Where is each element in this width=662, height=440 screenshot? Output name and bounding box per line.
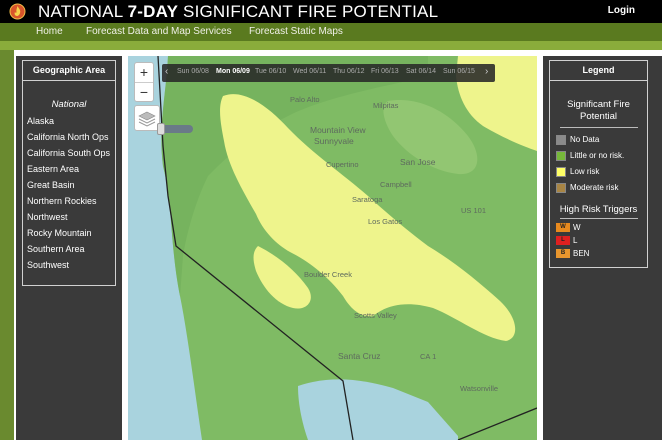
nav-forecast-data[interactable]: Forecast Data and Map Services bbox=[86, 26, 232, 37]
zoom-in-button[interactable]: + bbox=[135, 63, 153, 82]
title-part2: SIGNIFICANT FIRE POTENTIAL bbox=[178, 2, 439, 21]
legend-items: No Data Little or no risk. Low risk Mode… bbox=[550, 132, 647, 196]
timebar-next-arrow-icon[interactable]: › bbox=[485, 66, 488, 77]
map-label-boulder-creek: Boulder Creek bbox=[304, 270, 352, 279]
trigger-label-ben: BEN bbox=[573, 249, 590, 258]
trigger-label-w: W bbox=[573, 223, 581, 232]
area-eastern[interactable]: Eastern Area bbox=[23, 161, 115, 177]
area-rocky-mountain[interactable]: Rocky Mountain bbox=[23, 225, 115, 241]
area-california-north-ops[interactable]: California North Ops bbox=[23, 129, 115, 145]
map-label-mountain-view: Mountain View bbox=[310, 125, 366, 135]
legend-label-little-risk: Little or no risk. bbox=[570, 151, 625, 160]
area-northern-rockies[interactable]: Northern Rockies bbox=[23, 193, 115, 209]
area-list: Alaska California North Ops California S… bbox=[23, 113, 115, 273]
legend-swatch-no-data bbox=[556, 135, 566, 145]
zoom-control: + − bbox=[134, 62, 154, 102]
geographic-area-panel: Geographic Area National Alaska Californ… bbox=[16, 56, 122, 440]
trigger-item-l: LL bbox=[556, 235, 647, 246]
area-national[interactable]: National bbox=[23, 99, 115, 110]
legend-item-low-risk: Low risk bbox=[556, 164, 647, 180]
timebar-prev-arrow-icon[interactable]: ‹ bbox=[165, 66, 168, 77]
legend-swatch-little-risk bbox=[556, 151, 566, 161]
day-thu-0612[interactable]: Thu 06/12 bbox=[333, 68, 365, 75]
map-label-us-101: US 101 bbox=[461, 206, 487, 215]
trigger-items: WW LL B BEN bbox=[550, 222, 647, 259]
legend-swatch-low-risk bbox=[556, 167, 566, 177]
trigger-swatch-w: W bbox=[556, 223, 570, 232]
legend-swatch-moderate-risk bbox=[556, 183, 566, 193]
legend-item-moderate-risk: Moderate risk bbox=[556, 180, 647, 196]
area-california-south-ops[interactable]: California South Ops bbox=[23, 145, 115, 161]
legend-label-no-data: No Data bbox=[570, 135, 600, 144]
legend-title-line1: Significant Fire bbox=[567, 99, 630, 110]
triggers-title: High Risk Triggers bbox=[559, 204, 638, 215]
legend-title-line2: Potential bbox=[580, 111, 617, 122]
map-label-ca-1: CA 1 bbox=[420, 352, 437, 361]
area-northwest[interactable]: Northwest bbox=[23, 209, 115, 225]
legend-title: Significant Fire Potential bbox=[550, 99, 647, 123]
day-wed-0611[interactable]: Wed 06/11 bbox=[293, 68, 326, 75]
map-label-watsonville: Watsonville bbox=[460, 384, 499, 393]
trigger-swatch-ben: B bbox=[556, 249, 570, 258]
date-timebar: ‹ Sun 06/08 Mon 06/09 Tue 06/10 Wed 06/1… bbox=[162, 64, 495, 82]
fire-logo-icon bbox=[9, 3, 26, 20]
legend-label-moderate-risk: Moderate risk bbox=[570, 183, 619, 192]
legend-item-little-risk: Little or no risk. bbox=[556, 148, 647, 164]
login-link[interactable]: Login bbox=[608, 5, 635, 16]
legend-label-low-risk: Low risk bbox=[570, 167, 600, 176]
trigger-swatch-l: L bbox=[556, 236, 570, 245]
nav-bar: Home Forecast Data and Map Services Fore… bbox=[0, 23, 662, 41]
day-sun-0608[interactable]: Sun 06/08 bbox=[177, 68, 209, 75]
decorative-stripe bbox=[0, 41, 662, 50]
title-bold: 7-DAY bbox=[127, 2, 179, 21]
trigger-item-w: WW bbox=[556, 222, 647, 233]
area-southern[interactable]: Southern Area bbox=[23, 241, 115, 257]
page-title: NATIONAL 7-DAY SIGNIFICANT FIRE POTENTIA… bbox=[38, 2, 438, 22]
trigger-label-l: L bbox=[573, 236, 578, 245]
day-sun-0615[interactable]: Sun 06/15 bbox=[443, 68, 475, 75]
triggers-divider bbox=[559, 218, 638, 219]
fire-potential-map[interactable]: Palo Alto Milpitas Mountain View Sunnyva… bbox=[128, 56, 537, 440]
map-label-cupertino: Cupertino bbox=[326, 160, 359, 169]
map-label-san-jose: San Jose bbox=[400, 157, 436, 167]
geographic-area-heading: Geographic Area bbox=[23, 61, 115, 81]
day-tue-0610[interactable]: Tue 06/10 bbox=[255, 68, 286, 75]
legend-divider bbox=[559, 127, 638, 128]
nav-home[interactable]: Home bbox=[36, 26, 63, 37]
map-label-palo-alto: Palo Alto bbox=[290, 95, 320, 104]
map-label-scotts-valley: Scotts Valley bbox=[354, 311, 397, 320]
geographic-area-box: Geographic Area National Alaska Californ… bbox=[22, 60, 116, 286]
zoom-out-button[interactable]: − bbox=[135, 82, 153, 101]
map-label-milpitas: Milpitas bbox=[373, 101, 399, 110]
area-alaska[interactable]: Alaska bbox=[23, 113, 115, 129]
opacity-slider-handle[interactable] bbox=[157, 123, 165, 135]
map-label-santa-cruz: Santa Cruz bbox=[338, 351, 381, 361]
nav-forecast-static-maps[interactable]: Forecast Static Maps bbox=[249, 26, 343, 37]
day-fri-0613[interactable]: Fri 06/13 bbox=[371, 68, 399, 75]
title-part1: NATIONAL bbox=[38, 2, 128, 21]
day-mon-0609[interactable]: Mon 06/09 bbox=[216, 68, 250, 75]
map-label-los-gatos: Los Gatos bbox=[368, 217, 403, 226]
top-header-bar: NATIONAL 7-DAY SIGNIFICANT FIRE POTENTIA… bbox=[0, 0, 662, 23]
legend-item-no-data: No Data bbox=[556, 132, 647, 148]
day-sat-0614[interactable]: Sat 06/14 bbox=[406, 68, 436, 75]
map-canvas bbox=[128, 56, 537, 440]
legend-heading: Legend bbox=[550, 61, 647, 81]
area-southwest[interactable]: Southwest bbox=[23, 257, 115, 273]
legend-box: Legend Significant Fire Potential No Dat… bbox=[549, 60, 648, 268]
map-label-sunnyvale: Sunnyvale bbox=[314, 136, 354, 146]
trigger-item-ben: B BEN bbox=[556, 248, 647, 259]
map-label-campbell: Campbell bbox=[380, 180, 412, 189]
area-great-basin[interactable]: Great Basin bbox=[23, 177, 115, 193]
layers-icon bbox=[138, 111, 156, 127]
map-label-saratoga: Saratoga bbox=[352, 195, 383, 204]
legend-panel: Legend Significant Fire Potential No Dat… bbox=[543, 56, 662, 440]
